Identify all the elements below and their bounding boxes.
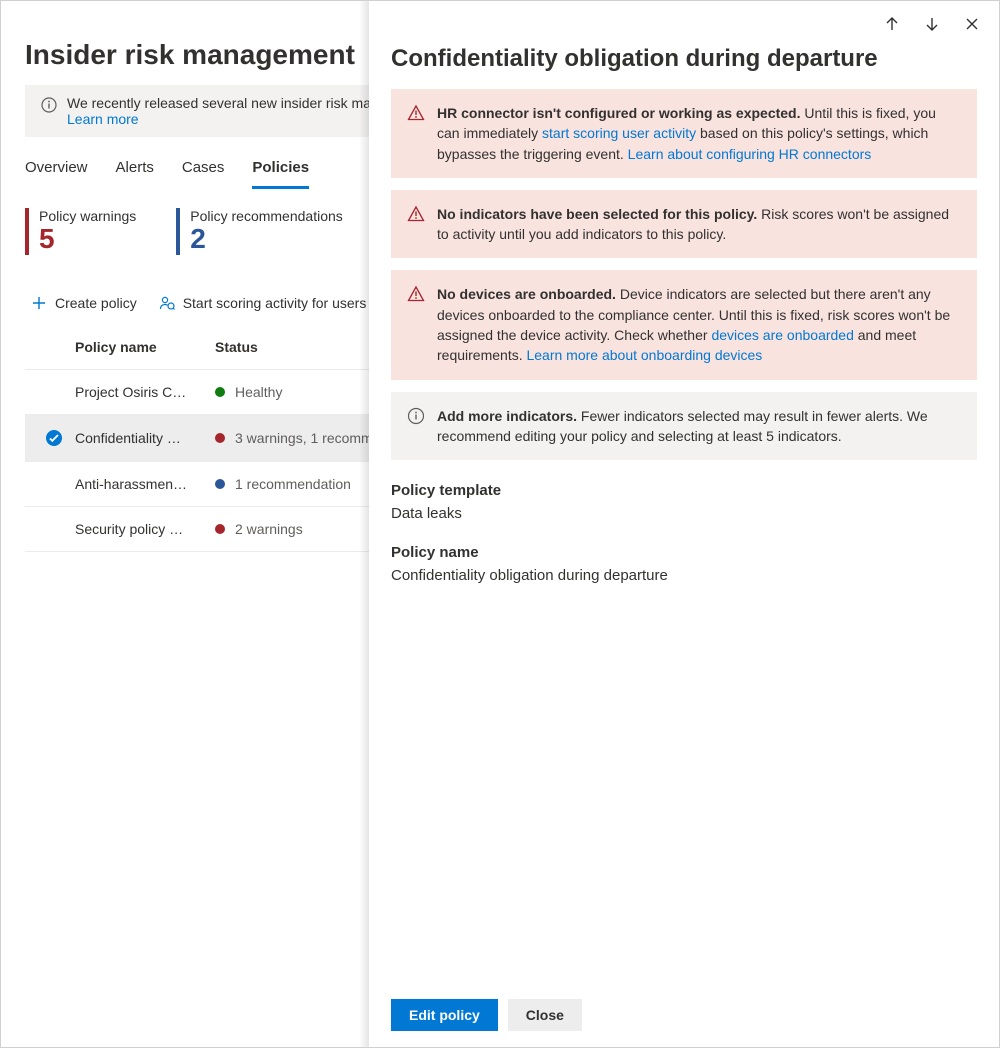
checked-icon (45, 429, 63, 447)
policy-name-cell: Security policy … (75, 521, 215, 537)
info-icon (41, 97, 57, 113)
person-icon (159, 295, 175, 311)
create-policy-label: Create policy (55, 295, 137, 311)
alert-text: No indicators have been selected for thi… (437, 204, 961, 245)
close-panel-button[interactable] (959, 11, 985, 37)
devices-onboarded-link[interactable]: devices are onboarded (711, 327, 853, 343)
status-dot-icon (215, 387, 225, 397)
close-button[interactable]: Close (508, 999, 582, 1031)
tab-cases[interactable]: Cases (182, 149, 225, 189)
learn-hr-connectors-link[interactable]: Learn about configuring HR connectors (628, 146, 872, 162)
alert-bold: Add more indicators. (437, 408, 577, 424)
arrow-up-icon (883, 15, 901, 33)
arrow-down-icon (923, 15, 941, 33)
alert-add-indicators: Add more indicators. Fewer indicators se… (391, 392, 977, 461)
row-checkbox[interactable] (33, 429, 75, 447)
previous-button[interactable] (879, 11, 905, 37)
panel-top-actions (369, 1, 999, 37)
warning-icon (407, 104, 425, 164)
tab-policies[interactable]: Policies (252, 149, 309, 189)
panel-title: Confidentiality obligation during depart… (369, 37, 999, 89)
close-icon (964, 16, 980, 32)
plus-icon (31, 295, 47, 311)
status-text: Healthy (235, 384, 282, 400)
policy-name-cell: Project Osiris C… (75, 384, 215, 400)
alert-bold: HR connector isn't configured or working… (437, 105, 801, 121)
stat-recommend-label: Policy recommendations (190, 208, 343, 224)
policy-name-label: Policy name (391, 544, 977, 561)
alert-bold: No devices are onboarded. (437, 286, 616, 302)
create-policy-button[interactable]: Create policy (31, 295, 137, 311)
alert-bold: No indicators have been selected for thi… (437, 206, 757, 222)
banner-learn-more-link[interactable]: Learn more (67, 111, 139, 127)
stat-warnings-value: 5 (39, 224, 136, 255)
policy-template-section: Policy template Data leaks (391, 482, 977, 522)
warning-icon (407, 285, 425, 365)
policy-name-cell: Anti-harassmen… (75, 476, 215, 492)
panel-footer: Edit policy Close (369, 983, 999, 1047)
policy-name-cell: Confidentiality … (75, 430, 215, 446)
details-panel: Confidentiality obligation during depart… (369, 1, 999, 1047)
status-dot-icon (215, 433, 225, 443)
status-dot-icon (215, 524, 225, 534)
alert-text: HR connector isn't configured or working… (437, 103, 961, 164)
alert-hr-connector: HR connector isn't configured or working… (391, 89, 977, 178)
info-icon (407, 407, 425, 447)
alert-text: No devices are onboarded. Device indicat… (437, 284, 961, 365)
policy-template-value: Data leaks (391, 505, 977, 522)
tab-alerts[interactable]: Alerts (116, 149, 154, 189)
stat-recommend-value: 2 (190, 224, 343, 255)
start-scoring-label: Start scoring activity for users (183, 295, 367, 311)
policy-name-value: Confidentiality obligation during depart… (391, 567, 977, 584)
col-policy-name[interactable]: Policy name (75, 339, 215, 355)
start-scoring-button[interactable]: Start scoring activity for users (159, 295, 367, 311)
stat-warnings-label: Policy warnings (39, 208, 136, 224)
status-dot-icon (215, 479, 225, 489)
policy-name-section: Policy name Confidentiality obligation d… (391, 544, 977, 584)
status-text: 1 recommendation (235, 476, 351, 492)
next-button[interactable] (919, 11, 945, 37)
stat-recommendations: Policy recommendations 2 (176, 208, 343, 255)
policy-template-label: Policy template (391, 482, 977, 499)
learn-onboarding-link[interactable]: Learn more about onboarding devices (526, 347, 762, 363)
alert-no-indicators: No indicators have been selected for thi… (391, 190, 977, 259)
panel-body: HR connector isn't configured or working… (369, 89, 999, 983)
status-text: 2 warnings (235, 521, 303, 537)
start-scoring-link[interactable]: start scoring user activity (542, 125, 696, 141)
warning-icon (407, 205, 425, 245)
stat-warnings: Policy warnings 5 (25, 208, 136, 255)
alert-text: Add more indicators. Fewer indicators se… (437, 406, 961, 447)
edit-policy-button[interactable]: Edit policy (391, 999, 498, 1031)
alert-no-devices: No devices are onboarded. Device indicat… (391, 270, 977, 379)
tab-overview[interactable]: Overview (25, 149, 88, 189)
